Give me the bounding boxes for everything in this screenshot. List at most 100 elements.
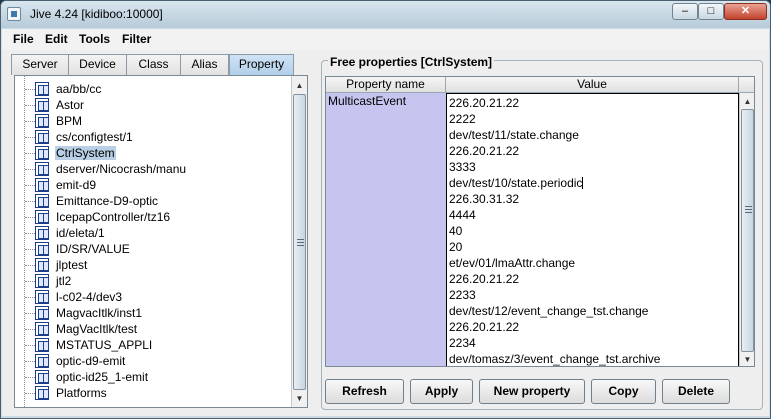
- tree-item-label: MagVacItlk/test: [56, 322, 138, 336]
- scroll-up-icon[interactable]: ▲: [292, 78, 307, 93]
- maximize-icon[interactable]: □: [698, 3, 724, 20]
- tree-item[interactable]: jtl2: [15, 273, 292, 289]
- property-table: Property name Value MulticastEvent 226.2…: [325, 76, 755, 367]
- property-node-icon: [35, 178, 49, 192]
- tree-item[interactable]: Emittance-D9-optic: [15, 193, 292, 209]
- tree-item[interactable]: optic-d9-emit: [15, 353, 292, 369]
- property-value-editor[interactable]: 226.20.21.22 2222 dev/test/11/state.change…: [446, 93, 739, 366]
- property-node-icon: [35, 146, 49, 160]
- title-bar[interactable]: Jive 4.24 [kidiboo:10000] – □ ✕: [1, 1, 770, 28]
- property-name-cell[interactable]: MulticastEvent: [326, 93, 446, 366]
- scroll-up-icon[interactable]: ▲: [740, 94, 754, 109]
- scroll-down-icon[interactable]: ▼: [740, 352, 754, 366]
- close-icon[interactable]: ✕: [724, 3, 767, 20]
- property-node-icon: [35, 210, 49, 224]
- menu-file[interactable]: File: [13, 32, 34, 46]
- tree-item-label: aa/bb/cc: [56, 82, 102, 96]
- new-property-button[interactable]: New property: [479, 379, 585, 404]
- value-line: 2222: [449, 112, 476, 126]
- copy-button[interactable]: Copy: [591, 379, 656, 404]
- tab-device[interactable]: Device: [68, 54, 127, 75]
- property-node-icon: [35, 98, 49, 112]
- property-node-icon: [35, 386, 49, 400]
- property-name-text: MulticastEvent: [328, 94, 407, 108]
- app-window: Jive 4.24 [kidiboo:10000] – □ ✕ File Edi…: [0, 0, 771, 419]
- column-header-name[interactable]: Property name: [326, 77, 446, 93]
- tree-item[interactable]: MagVacItlk/test: [15, 321, 292, 337]
- tree-item-label: optic-d9-emit: [56, 354, 126, 368]
- tree-item-label: CtrlSystem: [55, 146, 116, 160]
- tree-item[interactable]: emit-d9: [15, 177, 292, 193]
- tree-item[interactable]: CtrlSystem: [15, 145, 292, 161]
- tree-item-label: jlptest: [56, 258, 88, 272]
- menu-tools[interactable]: Tools: [79, 32, 110, 46]
- property-tree: aa/bb/cc Astor BPM cs/configtest/1 CtrlSyste…: [14, 75, 308, 408]
- menu-bar: File Edit Tools Filter: [2, 29, 769, 50]
- property-node-icon: [35, 114, 49, 128]
- tree-item-label: Platforms: [56, 386, 107, 400]
- tree-item-label: MSTATUS_APPLI: [56, 338, 153, 352]
- window-title: Jive 4.24 [kidiboo:10000]: [30, 7, 163, 21]
- apply-button[interactable]: Apply: [410, 379, 473, 404]
- column-header-value[interactable]: Value: [446, 77, 739, 93]
- table-scrollbar[interactable]: ▲ ▼: [739, 93, 754, 366]
- tree-item[interactable]: Astor: [15, 97, 292, 113]
- tree-item[interactable]: id/eleta/1: [15, 225, 292, 241]
- menu-filter[interactable]: Filter: [122, 32, 151, 46]
- delete-button[interactable]: Delete: [662, 379, 730, 404]
- value-line: 3333: [449, 160, 476, 174]
- value-line: dev/test/10/state.periodic: [449, 176, 584, 190]
- value-line: 20: [449, 240, 463, 254]
- tab-server[interactable]: Server: [11, 54, 69, 75]
- value-line: 226.20.21.22: [449, 144, 520, 158]
- tree-scroll-thumb[interactable]: [293, 94, 306, 390]
- tree-item[interactable]: aa/bb/cc: [15, 81, 292, 97]
- tree-item-label: Emittance-D9-optic: [56, 194, 159, 208]
- minimize-icon[interactable]: –: [672, 3, 698, 20]
- tree-item[interactable]: dserver/Nicocrash/manu: [15, 161, 292, 177]
- tree-item[interactable]: IcepapController/tz16: [15, 209, 292, 225]
- tree-item[interactable]: Platforms: [15, 385, 292, 401]
- tree-item[interactable]: optic-id25_1-emit: [15, 369, 292, 385]
- scroll-down-icon[interactable]: ▼: [292, 391, 307, 406]
- tree-item[interactable]: MagvacItlk/inst1: [15, 305, 292, 321]
- value-line: 2234: [449, 336, 476, 350]
- value-line: et/ev/01/lmaAttr.change: [449, 256, 576, 270]
- property-node-icon: [35, 162, 49, 176]
- value-line: dev/test/12/event_change_tst.change: [449, 304, 649, 318]
- table-header: Property name Value: [326, 77, 754, 93]
- property-node-icon: [35, 82, 49, 96]
- tree-item-label: jtl2: [56, 274, 72, 288]
- tab-property[interactable]: Property: [229, 54, 294, 76]
- tree-item-label: emit-d9: [56, 178, 97, 192]
- value-line: 226.30.31.32: [449, 192, 520, 206]
- value-line: dev/tomasz/3/event_change_tst.archive: [449, 352, 661, 366]
- tree-item-label: Astor: [56, 98, 85, 112]
- tab-class[interactable]: Class: [126, 54, 181, 75]
- property-node-icon: [35, 354, 49, 368]
- text-caret: [582, 177, 584, 189]
- table-scroll-thumb[interactable]: [741, 109, 754, 352]
- value-line: 226.20.21.22: [449, 96, 520, 110]
- tree-item-label: l-c02-4/dev3: [56, 290, 123, 304]
- tree-item-label: BPM: [56, 114, 83, 128]
- property-node-icon: [35, 370, 49, 384]
- tree-item[interactable]: cs/configtest/1: [15, 129, 292, 145]
- tree-item-label: MagvacItlk/inst1: [56, 306, 143, 320]
- tree-scrollbar[interactable]: ▲ ▼: [291, 76, 307, 407]
- tree-item-label: IcepapController/tz16: [56, 210, 171, 224]
- tab-alias[interactable]: Alias: [180, 54, 229, 75]
- property-node-icon: [35, 242, 49, 256]
- tree-item-label: cs/configtest/1: [56, 130, 133, 144]
- tree-item[interactable]: l-c02-4/dev3: [15, 289, 292, 305]
- tree-item[interactable]: MSTATUS_APPLI: [15, 337, 292, 353]
- tree-item[interactable]: jlptest: [15, 257, 292, 273]
- tree-list: aa/bb/cc Astor BPM cs/configtest/1 CtrlSyste…: [15, 81, 292, 401]
- refresh-button[interactable]: Refresh: [325, 379, 404, 404]
- tree-item-label: ID/SR/VALUE: [56, 242, 130, 256]
- tree-item[interactable]: ID/SR/VALUE: [15, 241, 292, 257]
- menu-edit[interactable]: Edit: [45, 32, 68, 46]
- tree-item[interactable]: BPM: [15, 113, 292, 129]
- app-icon: [7, 7, 21, 21]
- property-node-icon: [35, 306, 49, 320]
